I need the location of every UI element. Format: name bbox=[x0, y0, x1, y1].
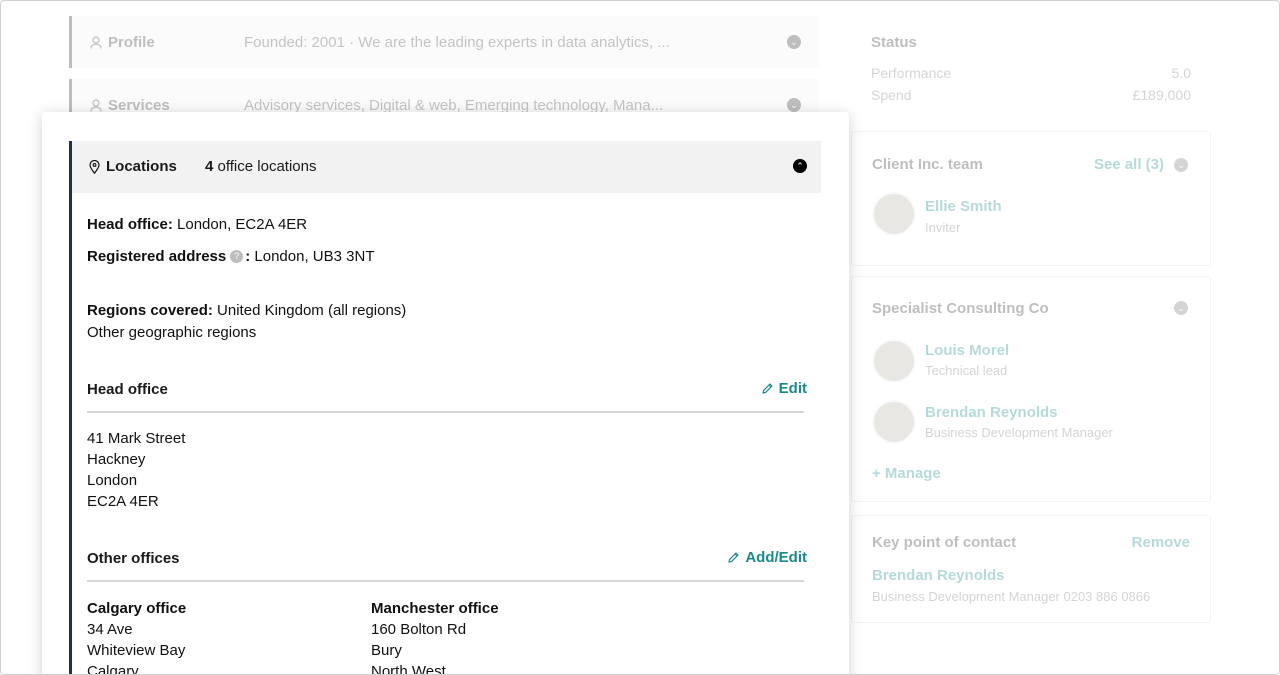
manage-link[interactable]: + Manage bbox=[872, 465, 941, 482]
address-line: 34 Ave bbox=[87, 621, 133, 638]
address-line: North West bbox=[371, 663, 446, 675]
services-label: Services bbox=[90, 97, 170, 114]
profile-label: Profile bbox=[90, 34, 155, 51]
office-manchester: Manchester office 160 Bolton Rd Bury Nor… bbox=[371, 598, 499, 675]
address-line: 41 Mark Street bbox=[87, 430, 186, 447]
remove-link[interactable]: Remove bbox=[1132, 534, 1190, 551]
performance-value: 5.0 bbox=[1171, 65, 1191, 81]
office-calgary: Calgary office 34 Ave Whiteview Bay Calg… bbox=[87, 598, 187, 675]
add-edit-label: Add/Edit bbox=[745, 549, 807, 566]
avatar bbox=[872, 339, 916, 383]
registered-address-value: London, UB3 3NT bbox=[254, 248, 375, 265]
status-card: Status Performance 5.0 Spend £189,000 bbox=[851, 16, 1211, 116]
performance-label: Performance bbox=[871, 65, 952, 81]
see-all-link[interactable]: See all (3) bbox=[1094, 156, 1164, 173]
member-role: Business Development Manager bbox=[925, 425, 1113, 440]
chevron-up-icon[interactable]: ⌃ bbox=[793, 159, 807, 173]
divider bbox=[87, 580, 804, 582]
avatar bbox=[872, 192, 916, 236]
spend-value: £189,000 bbox=[1132, 87, 1191, 103]
address-line: EC2A 4ER bbox=[87, 493, 159, 510]
profile-label-text: Profile bbox=[108, 33, 155, 51]
office-name: Manchester office bbox=[371, 600, 499, 617]
key-contact-card: Key point of contact Remove Brendan Reyn… bbox=[851, 515, 1211, 623]
locations-count-number: 4 bbox=[205, 158, 214, 175]
person-icon bbox=[90, 35, 102, 49]
member-role: Inviter bbox=[925, 220, 961, 235]
member-name[interactable]: Ellie Smith bbox=[925, 198, 1002, 215]
locations-label-text: Locations bbox=[106, 158, 177, 175]
contact-name[interactable]: Brendan Reynolds bbox=[872, 567, 1005, 584]
member-role: Technical lead bbox=[925, 363, 1008, 378]
member-name[interactable]: Brendan Reynolds bbox=[925, 404, 1058, 421]
profile-row[interactable]: Profile Founded: 2001 · We are the leadi… bbox=[69, 16, 819, 68]
edit-label: Edit bbox=[778, 380, 807, 397]
head-office-value: London, EC2A 4ER bbox=[177, 216, 308, 233]
client-team-title: Client Inc. team bbox=[872, 156, 983, 173]
person-icon bbox=[90, 98, 102, 112]
divider bbox=[87, 411, 804, 413]
app-frame: Profile Founded: 2001 · We are the leadi… bbox=[0, 0, 1280, 675]
spend-label: Spend bbox=[871, 87, 912, 103]
address-line: London bbox=[87, 472, 138, 489]
status-title: Status bbox=[871, 34, 917, 51]
profile-summary: Founded: 2001 · We are the leading exper… bbox=[244, 33, 670, 51]
specialist-card: Specialist Consulting Co ⌄ Louis Morel T… bbox=[851, 276, 1211, 502]
regions-other: Other geographic regions bbox=[87, 324, 257, 341]
contact-details: Business Development Manager 0203 886 08… bbox=[872, 589, 1151, 604]
regions-line: Regions covered: United Kingdom (all reg… bbox=[87, 302, 406, 319]
head-office-section-title: Head office bbox=[87, 381, 168, 398]
pencil-icon bbox=[728, 552, 739, 563]
locations-panel: Locations 4 office locations ⌃ Head offi… bbox=[42, 112, 849, 675]
chevron-down-icon[interactable]: ⌄ bbox=[1174, 158, 1188, 172]
regions-label: Regions covered: bbox=[87, 302, 213, 319]
chevron-down-icon[interactable]: ⌄ bbox=[787, 98, 801, 112]
address-line: Whiteview Bay bbox=[87, 642, 186, 659]
registered-address-label: Registered address bbox=[87, 248, 227, 265]
locations-label: Locations bbox=[89, 158, 177, 175]
address-line: Bury bbox=[371, 642, 402, 659]
key-contact-title: Key point of contact bbox=[872, 534, 1017, 551]
head-office-address: 41 Mark Street Hackney London EC2A 4ER bbox=[87, 428, 185, 512]
address-line: 160 Bolton Rd bbox=[371, 621, 467, 638]
locations-header[interactable]: Locations 4 office locations ⌃ bbox=[72, 141, 821, 193]
member-name[interactable]: Louis Morel bbox=[925, 342, 1009, 359]
add-edit-offices-button[interactable]: Add/Edit bbox=[727, 549, 807, 566]
avatar bbox=[872, 400, 916, 444]
head-office-label: Head office: bbox=[87, 216, 173, 233]
office-name: Calgary office bbox=[87, 600, 187, 617]
services-label-text: Services bbox=[108, 96, 170, 114]
services-summary: Advisory services, Digital & web, Emergi… bbox=[244, 96, 664, 114]
pencil-icon bbox=[762, 383, 773, 394]
regions-value: United Kingdom (all regions) bbox=[217, 302, 407, 319]
chevron-down-icon[interactable]: ⌄ bbox=[787, 35, 801, 49]
head-office-line: Head office: London, EC2A 4ER bbox=[87, 216, 307, 233]
address-line: Calgary bbox=[87, 663, 139, 675]
location-pin-icon bbox=[89, 159, 100, 174]
edit-head-office-button[interactable]: Edit bbox=[761, 380, 807, 397]
other-offices-section-title: Other offices bbox=[87, 550, 180, 567]
registered-address-line: Registered address?: London, UB3 3NT bbox=[87, 248, 375, 265]
chevron-down-icon[interactable]: ⌄ bbox=[1174, 301, 1188, 315]
help-icon[interactable]: ? bbox=[230, 249, 244, 263]
address-line: Hackney bbox=[87, 451, 146, 468]
locations-count: 4 office locations bbox=[205, 158, 316, 175]
locations-count-text: office locations bbox=[217, 158, 317, 175]
client-team-card: Client Inc. team See all (3) ⌄ Ellie Smi… bbox=[851, 131, 1211, 266]
specialist-title: Specialist Consulting Co bbox=[872, 300, 1049, 317]
locations-section: Locations 4 office locations ⌃ Head offi… bbox=[69, 141, 821, 675]
